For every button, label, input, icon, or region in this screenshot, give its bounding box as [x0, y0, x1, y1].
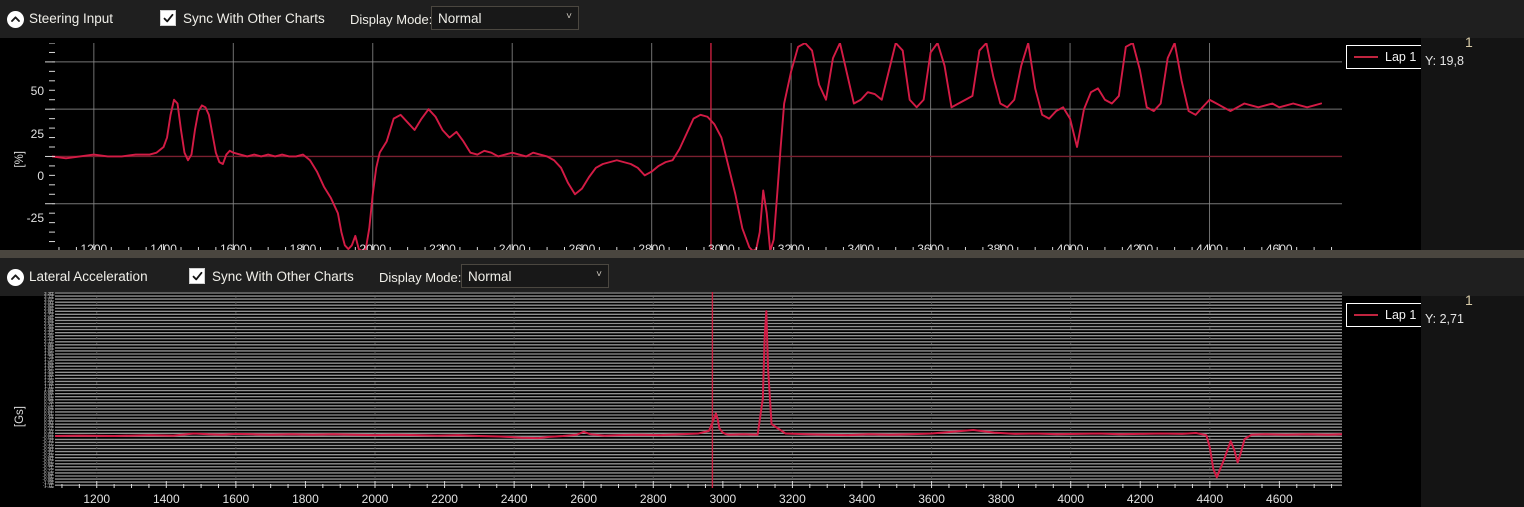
x-tick-label: 2200	[420, 492, 470, 506]
x-tick-label: 1200	[72, 492, 122, 506]
y-tick-label: 25	[0, 127, 44, 141]
x-tick-label: 1600	[211, 492, 261, 506]
x-tick-label: 3800	[976, 492, 1026, 506]
plot-body-lateral-acceleration: [Gs] 3,203,133,073,002,932,862,802,732,6…	[0, 296, 1421, 507]
panel-header-rail-lateral-acceleration	[1421, 258, 1524, 296]
display-mode-label: Display Mode:	[350, 12, 432, 27]
x-tick-label: 3400	[837, 492, 887, 506]
sync-label: Sync With Other Charts	[183, 11, 325, 26]
chart-panel-steering-input: Steering Input Sync With Other Charts Di…	[0, 0, 1524, 250]
x-tick-label: 4400	[1185, 492, 1235, 506]
display-mode-value: Normal	[468, 269, 596, 284]
display-mode-select[interactable]: Normal ˅	[431, 6, 579, 30]
sync-with-other-charts-toggle[interactable]: Sync With Other Charts	[160, 10, 325, 26]
y-axis-title: [Gs]	[14, 406, 26, 427]
y-axis-ticks	[45, 43, 55, 251]
sync-checkbox[interactable]	[160, 10, 176, 26]
readout-rail-lateral-acceleration: 1 Y: 2,71	[1421, 296, 1524, 507]
plot-area-lateral-acceleration[interactable]	[55, 292, 1342, 488]
legend-label-lap-1: Lap 1	[1385, 308, 1416, 322]
panel-title: Lateral Acceleration	[29, 269, 148, 284]
y-tick-label: 50	[0, 84, 44, 98]
legend-swatch-lap-1	[1354, 314, 1378, 316]
readout-index: 1	[1465, 292, 1473, 308]
x-tick-label: 2800	[628, 492, 678, 506]
x-tick-label: 3600	[907, 492, 957, 506]
panel-header-rail-steering-input	[1421, 0, 1524, 38]
readout-index: 1	[1465, 34, 1473, 50]
x-tick-label: 2600	[559, 492, 609, 506]
x-tick-label: 4600	[1254, 492, 1304, 506]
sync-with-other-charts-toggle[interactable]: Sync With Other Charts	[189, 268, 354, 284]
x-tick-label: 2400	[489, 492, 539, 506]
panel-divider[interactable]	[0, 250, 1524, 258]
panel-title: Steering Input	[29, 11, 113, 26]
display-mode-value: Normal	[438, 11, 566, 26]
chevron-down-icon: ˅	[596, 270, 602, 282]
x-tick-label: 1400	[141, 492, 191, 506]
display-mode-label: Display Mode:	[379, 270, 461, 285]
x-tick-label: 4000	[1046, 492, 1096, 506]
legend-swatch-lap-1	[1354, 56, 1378, 58]
chevron-down-icon: ˅	[566, 12, 572, 24]
y-axis-dense-tick-labels: 3,203,133,073,002,932,862,802,732,662,59…	[28, 292, 54, 488]
display-mode-select[interactable]: Normal ˅	[461, 264, 609, 288]
x-tick-label: 1800	[280, 492, 330, 506]
x-tick-label: 2000	[350, 492, 400, 506]
collapse-chevron-up-circle-icon[interactable]	[7, 11, 24, 28]
panel-header-steering-input: Steering Input Sync With Other Charts Di…	[0, 0, 1421, 38]
telemetry-window: Steering Input Sync With Other Charts Di…	[0, 0, 1524, 507]
plot-body-steering-input: [%] 50 25 0 -25 -50 12001400160018002000…	[0, 38, 1421, 250]
legend-steering-input[interactable]: Lap 1	[1346, 45, 1426, 69]
readout-value: Y: 19,8	[1425, 54, 1464, 68]
readout-value: Y: 2,71	[1425, 312, 1464, 326]
y-tick-label: -25	[0, 211, 44, 225]
panel-header-lateral-acceleration: Lateral Acceleration Sync With Other Cha…	[0, 258, 1421, 296]
chart-panel-lateral-acceleration: Lateral Acceleration Sync With Other Cha…	[0, 258, 1524, 507]
x-tick-label: 3000	[698, 492, 748, 506]
sync-checkbox[interactable]	[189, 268, 205, 284]
readout-rail-steering-input: 1 Y: 19,8	[1421, 38, 1524, 250]
collapse-chevron-up-circle-icon[interactable]	[7, 269, 24, 286]
x-tick-label: 4200	[1115, 492, 1165, 506]
y-axis-title: [%]	[14, 151, 26, 168]
plot-area-steering-input[interactable]	[52, 43, 1342, 251]
x-tick-label: 3200	[767, 492, 817, 506]
sync-label: Sync With Other Charts	[212, 269, 354, 284]
legend-label-lap-1: Lap 1	[1385, 50, 1416, 64]
legend-lateral-acceleration[interactable]: Lap 1	[1346, 303, 1426, 327]
y-tick-label: 0	[0, 169, 44, 183]
